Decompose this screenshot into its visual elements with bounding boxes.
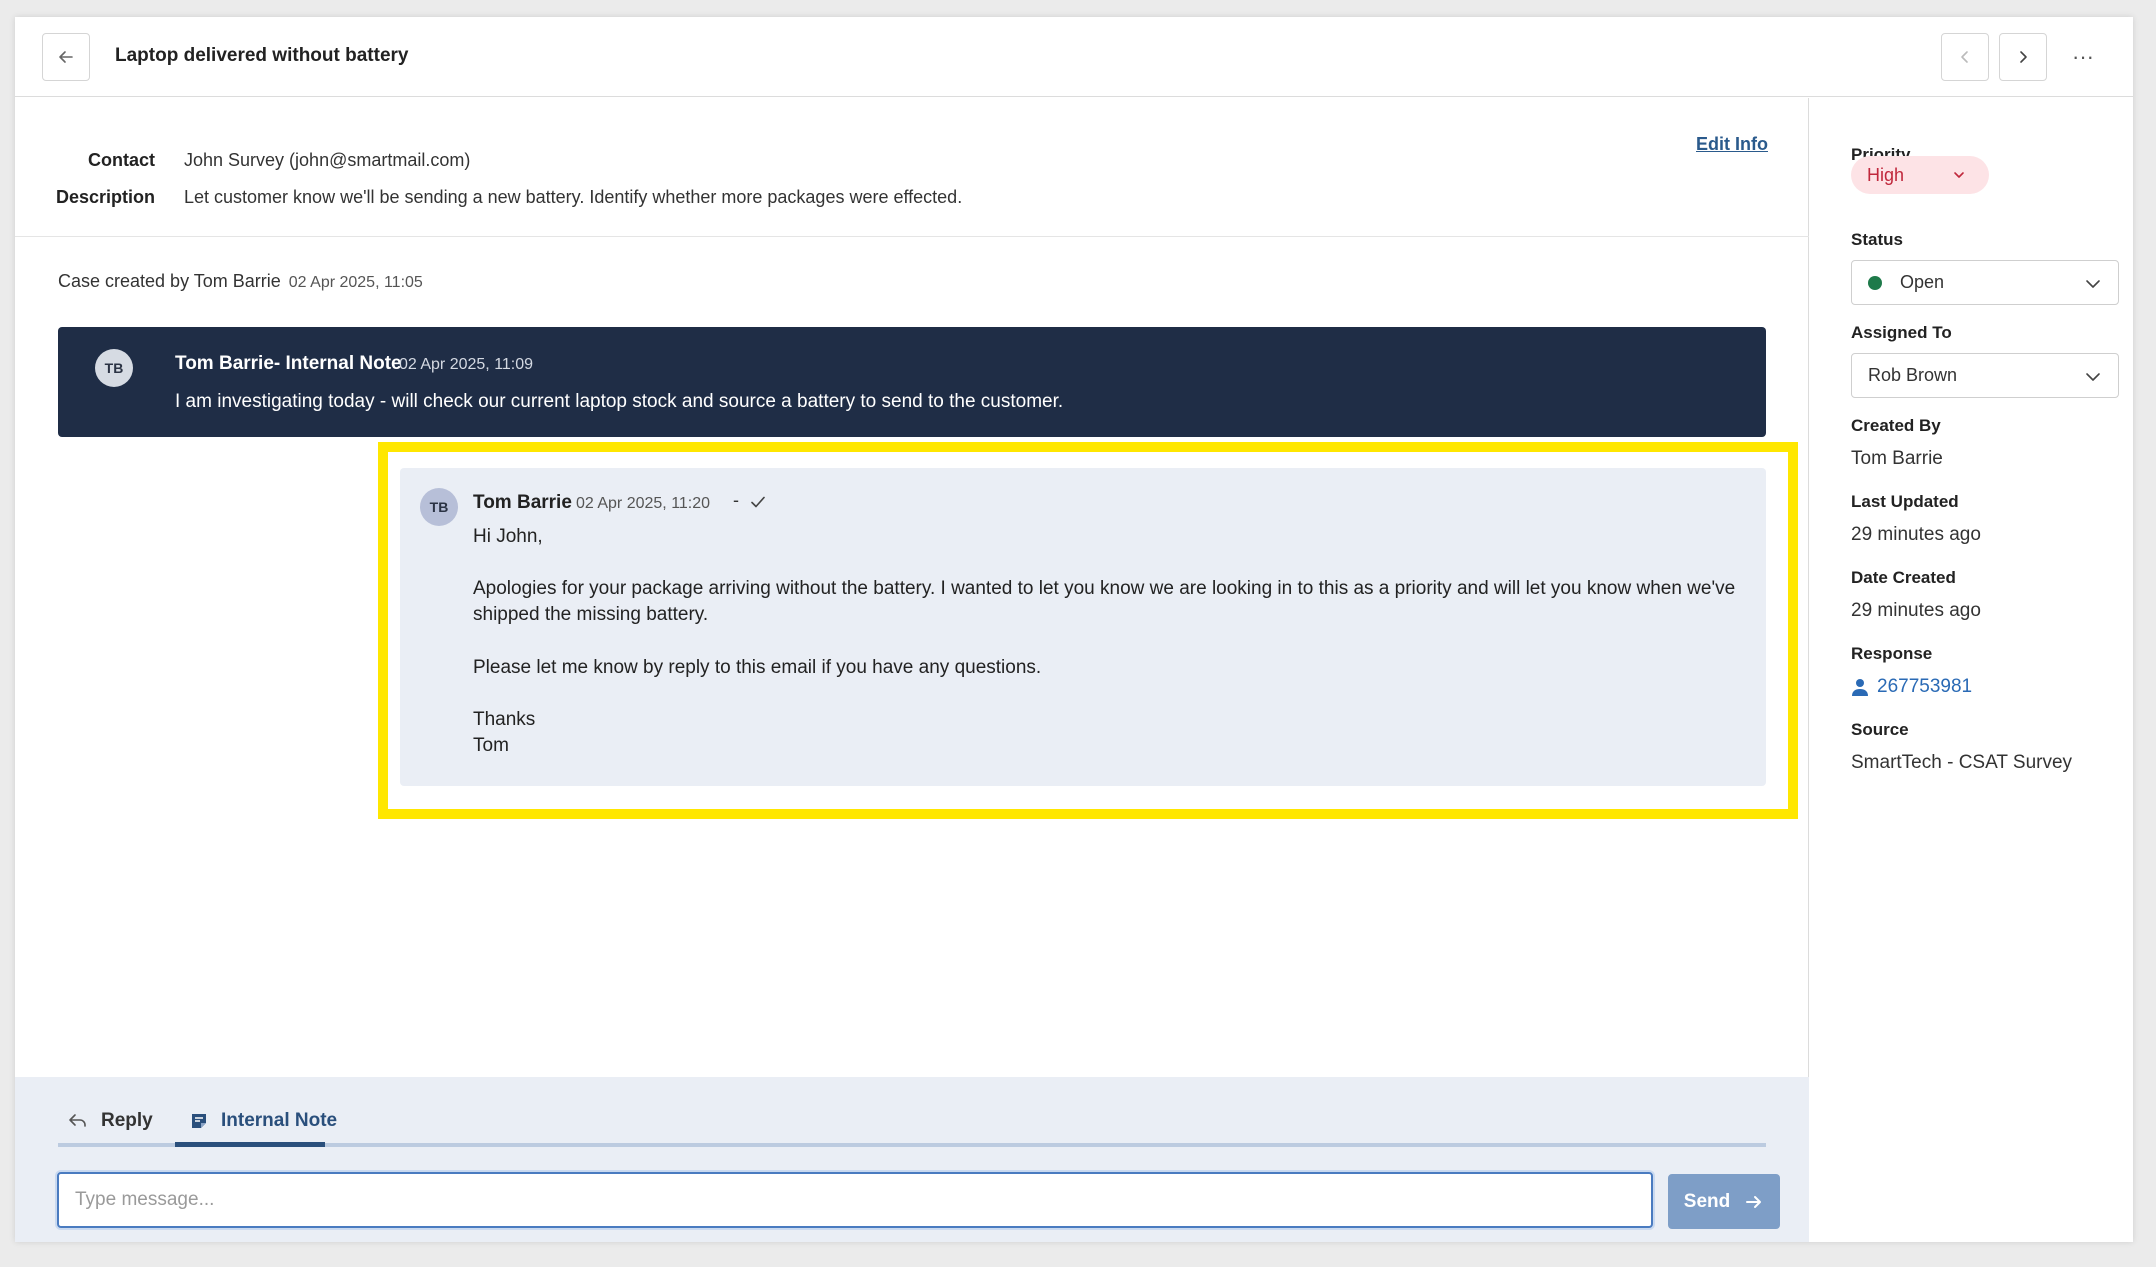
email-timestamp: 02 Apr 2025, 11:20 <box>576 495 711 512</box>
created-by-label: Created By <box>1851 416 1941 435</box>
source-label: Source <box>1851 720 1909 739</box>
description-label: Description <box>55 187 155 207</box>
email-paragraph-1-line-1: Apologies for your package arriving with… <box>473 578 1736 599</box>
priority-select[interactable]: High <box>1851 156 1989 194</box>
email-paragraph-1-line-2: shipped the missing battery. <box>473 604 709 625</box>
internal-note-card: TB Tom Barrie- Internal Note 02 Apr 2025… <box>58 327 1766 437</box>
back-button[interactable] <box>42 33 90 81</box>
case-created-event: Case created by Tom Barrie 02 Apr 2025, 1… <box>58 271 423 292</box>
note-author: Tom Barrie- Internal Note <box>175 353 402 374</box>
message-input[interactable] <box>57 1172 1653 1228</box>
next-case-button[interactable] <box>1999 33 2047 81</box>
case-created-text: Case created by Tom Barrie <box>58 271 281 291</box>
tab-internal-note-label: Internal Note <box>221 1110 338 1131</box>
source-value: SmartTech - CSAT Survey <box>1851 752 2073 773</box>
response-label: Response <box>1851 644 1933 663</box>
reply-icon <box>67 1111 89 1131</box>
chevron-down-icon <box>1954 172 1964 178</box>
tab-reply[interactable]: Reply <box>67 1097 153 1145</box>
status-label: Status <box>1851 230 1903 249</box>
email-signoff: Thanks <box>473 709 536 730</box>
case-info: Contact John Survey (john@smartmail.com)… <box>15 98 1809 237</box>
contact-label: Contact <box>88 150 155 170</box>
arrow-left-icon <box>59 51 73 63</box>
chevron-left-icon <box>1961 51 1968 63</box>
more-options-button[interactable]: ··· <box>2065 41 2101 73</box>
avatar: TB <box>95 349 133 387</box>
status-select[interactable]: Open <box>1851 260 2119 305</box>
case-main: Contact John Survey (john@smartmail.com)… <box>15 98 1809 1242</box>
arrow-right-icon <box>1746 1195 1762 1208</box>
last-updated-label: Last Updated <box>1851 492 1959 511</box>
response-link[interactable]: 267753981 <box>1851 676 1972 698</box>
edit-info-link[interactable]: Edit Info <box>1696 134 1768 155</box>
page-title: Laptop delivered without battery <box>115 45 409 66</box>
case-details-sidebar: Priority High Status Open Assigned To Ro… <box>1810 98 2133 1242</box>
assigned-to-value: Rob Brown <box>1868 365 1958 385</box>
assigned-to-select[interactable]: Rob Brown <box>1851 353 2119 398</box>
email-paragraph-2: Please let me know by reply to this emai… <box>473 657 1042 678</box>
note-icon <box>189 1111 209 1131</box>
case-created-timestamp: 02 Apr 2025, 11:05 <box>288 274 423 291</box>
check-icon <box>751 496 765 508</box>
email-message-card: TB Tom Barrie 02 Apr 2025, 11:20 - Hi Jo… <box>400 468 1766 786</box>
send-button-label: Send <box>1683 1190 1731 1212</box>
email-signature: Tom <box>473 735 509 756</box>
case-window: Laptop delivered without battery ··· Con… <box>15 17 2133 1242</box>
tab-internal-note[interactable]: Internal Note <box>189 1097 337 1145</box>
contact-value: John Survey (john@smartmail.com) <box>184 150 471 170</box>
response-value: 267753981 <box>1877 676 1973 697</box>
created-by-value: Tom Barrie <box>1851 448 1943 469</box>
date-created-value: 29 minutes ago <box>1851 600 1981 621</box>
chevron-down-icon <box>2086 280 2100 288</box>
more-icon: ··· <box>2072 44 2094 69</box>
active-tab-indicator <box>175 1142 325 1147</box>
status-value: Open <box>1900 272 1945 292</box>
send-button[interactable]: Send <box>1668 1174 1780 1229</box>
email-separator: - <box>733 490 739 510</box>
case-header: Laptop delivered without battery ··· <box>15 17 2133 97</box>
message-composer: Reply Internal Note Send <box>15 1077 1809 1242</box>
priority-value: High <box>1867 164 1905 185</box>
avatar: TB <box>420 488 458 526</box>
email-author: Tom Barrie <box>473 492 572 513</box>
status-dot <box>1868 275 1882 290</box>
user-icon <box>1852 679 1868 696</box>
note-timestamp: 02 Apr 2025, 11:09 <box>399 356 534 373</box>
last-updated-value: 29 minutes ago <box>1851 524 1981 545</box>
email-greeting: Hi John, <box>473 526 543 547</box>
chevron-down-icon <box>2086 373 2100 381</box>
tab-reply-label: Reply <box>101 1110 153 1131</box>
assigned-to-label: Assigned To <box>1851 323 1952 342</box>
previous-case-button[interactable] <box>1941 33 1989 81</box>
description-value: Let customer know we'll be sending a new… <box>184 187 963 207</box>
chevron-right-icon <box>2020 51 2027 63</box>
note-body: I am investigating today - will check ou… <box>175 391 1064 412</box>
date-created-label: Date Created <box>1851 568 1956 587</box>
